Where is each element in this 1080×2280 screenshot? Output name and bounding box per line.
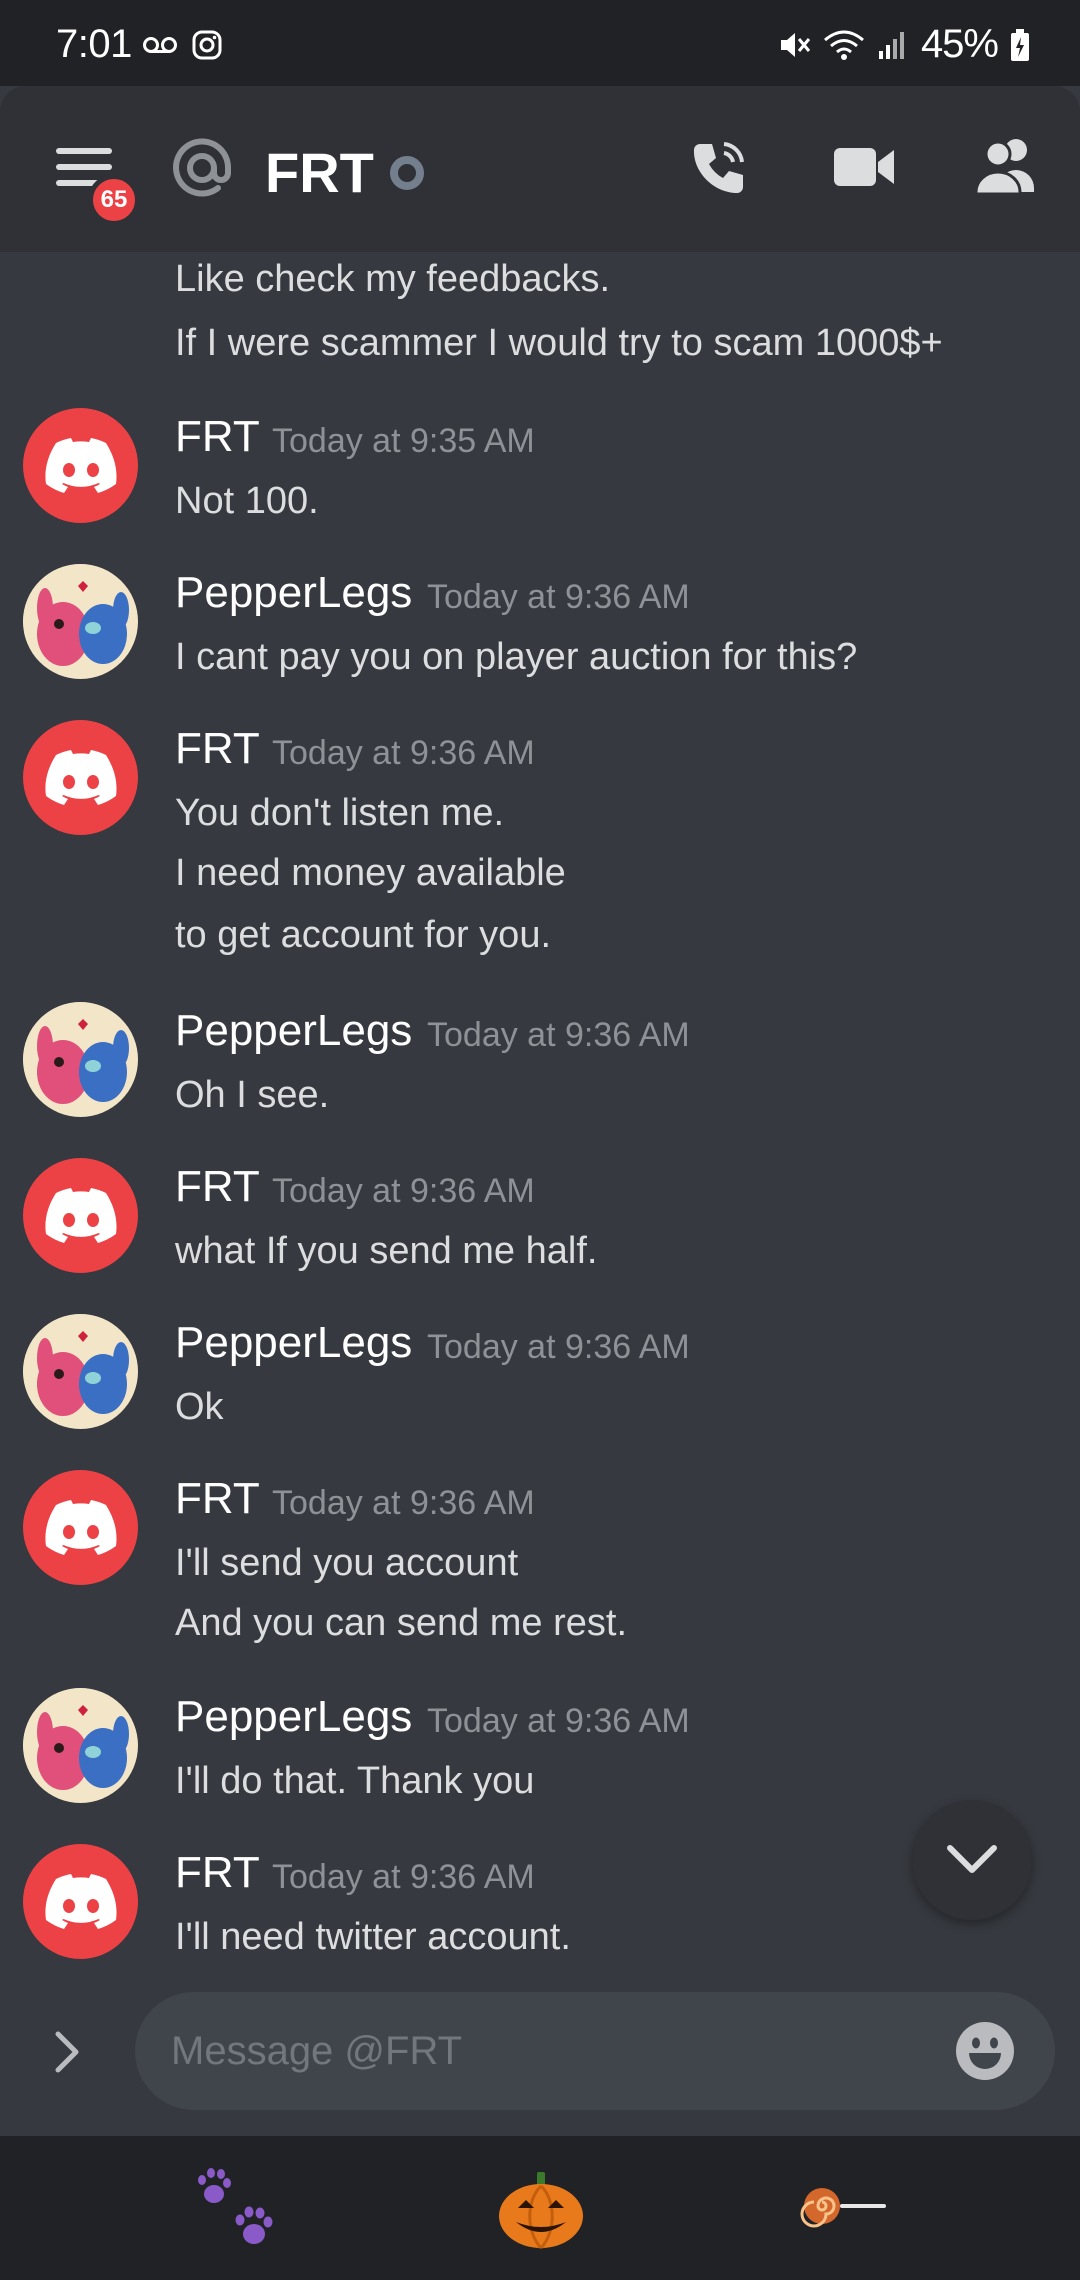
instagram-icon <box>192 30 222 60</box>
avatar[interactable] <box>23 408 138 523</box>
message-input-container[interactable] <box>135 1992 1055 2110</box>
message-text: Oh I see. <box>175 1074 330 1116</box>
battery-percent: 45% <box>920 22 999 66</box>
avatar[interactable] <box>23 1470 138 1585</box>
character-avatar-icon <box>23 1688 137 1802</box>
unread-badge: 65 <box>88 174 140 226</box>
message-author[interactable]: FRT <box>175 412 260 462</box>
message-timestamp: Today at 9:36 AM <box>272 1858 535 1896</box>
character-avatar-icon <box>23 1314 137 1428</box>
mute-icon <box>780 32 811 57</box>
avatar[interactable] <box>23 1844 138 1959</box>
avatar[interactable] <box>23 1688 138 1803</box>
avatar[interactable] <box>23 1314 138 1429</box>
message-author[interactable]: FRT <box>175 1162 260 1212</box>
avatar[interactable] <box>23 720 138 835</box>
discord-logo-icon <box>44 749 117 805</box>
discord-logo-icon <box>44 1187 117 1243</box>
message-timestamp: Today at 9:35 AM <box>272 422 535 460</box>
message-input[interactable] <box>171 1992 951 2110</box>
voice-call-icon[interactable] <box>686 136 750 200</box>
pumpkin-icon[interactable] <box>496 2170 586 2250</box>
message-text: Like check my feedbacks. <box>175 258 611 300</box>
message-composer <box>0 1972 1080 2136</box>
message-text: I cant pay you on player auction for thi… <box>175 636 858 678</box>
message-text: If I were scammer I would try to scam 10… <box>175 322 943 364</box>
discord-logo-icon <box>44 437 117 493</box>
message-text: And you can send me rest. <box>175 1602 628 1644</box>
message-timestamp: Today at 9:36 AM <box>272 734 535 772</box>
discord-logo-icon <box>44 1873 117 1929</box>
channel-header: 65 FRT <box>0 86 1080 252</box>
message-timestamp: Today at 9:36 AM <box>427 1702 690 1740</box>
message-author[interactable]: PepperLegs <box>175 1692 412 1742</box>
members-icon[interactable] <box>974 136 1040 196</box>
message-timestamp: Today at 9:36 AM <box>427 1016 690 1054</box>
battery-icon <box>1011 28 1029 61</box>
message-timestamp: Today at 9:36 AM <box>427 578 690 616</box>
message-timestamp: Today at 9:36 AM <box>427 1328 690 1366</box>
message-list[interactable]: Like check my feedbacks. If I were scamm… <box>0 252 1080 1972</box>
message-text: what If you send me half. <box>175 1230 598 1272</box>
hamburger-icon <box>56 148 112 154</box>
character-avatar-icon <box>23 1002 137 1116</box>
character-avatar-icon <box>23 564 137 678</box>
message-author[interactable]: FRT <box>175 724 260 774</box>
at-icon <box>173 138 232 197</box>
message-author[interactable]: PepperLegs <box>175 1006 412 1056</box>
paw-prints-icon[interactable] <box>192 2164 284 2256</box>
page-title: FRT <box>265 141 374 204</box>
message-text: I'll send you account <box>175 1542 519 1584</box>
chevron-right-icon[interactable] <box>52 2028 82 2076</box>
message-timestamp: Today at 9:36 AM <box>272 1172 535 1210</box>
video-call-icon[interactable] <box>832 142 896 192</box>
message-text: You don't listen me. <box>175 792 505 834</box>
message-author[interactable]: FRT <box>175 1474 260 1524</box>
offline-status-icon <box>390 156 424 190</box>
chevron-down-icon <box>947 1845 997 1873</box>
message-text: I'll need twitter account. <box>175 1916 571 1958</box>
avatar[interactable] <box>23 564 138 679</box>
message-text: I'll do that. Thank you <box>175 1760 535 1802</box>
message-text: I need money available <box>175 852 566 894</box>
wifi-icon <box>823 30 864 60</box>
message-text: to get account for you. <box>175 914 552 956</box>
signal-icon <box>878 31 904 59</box>
message-author[interactable]: PepperLegs <box>175 568 412 618</box>
message-text: Ok <box>175 1386 224 1428</box>
status-time: 7:01 <box>56 22 132 66</box>
avatar[interactable] <box>23 1158 138 1273</box>
voicemail-icon <box>143 37 177 53</box>
system-nav-bar <box>0 2136 1080 2280</box>
discord-logo-icon <box>44 1499 117 1555</box>
avatar[interactable] <box>23 1002 138 1117</box>
message-timestamp: Today at 9:36 AM <box>272 1484 535 1522</box>
message-author[interactable]: PepperLegs <box>175 1318 412 1368</box>
message-text: Not 100. <box>175 480 319 522</box>
message-author[interactable]: FRT <box>175 1848 260 1898</box>
status-bar: 7:01 45% <box>0 0 1080 86</box>
emoji-icon[interactable] <box>955 2021 1015 2081</box>
lollipop-icon[interactable] <box>800 2182 890 2230</box>
jump-to-bottom-button[interactable] <box>912 1800 1032 1920</box>
